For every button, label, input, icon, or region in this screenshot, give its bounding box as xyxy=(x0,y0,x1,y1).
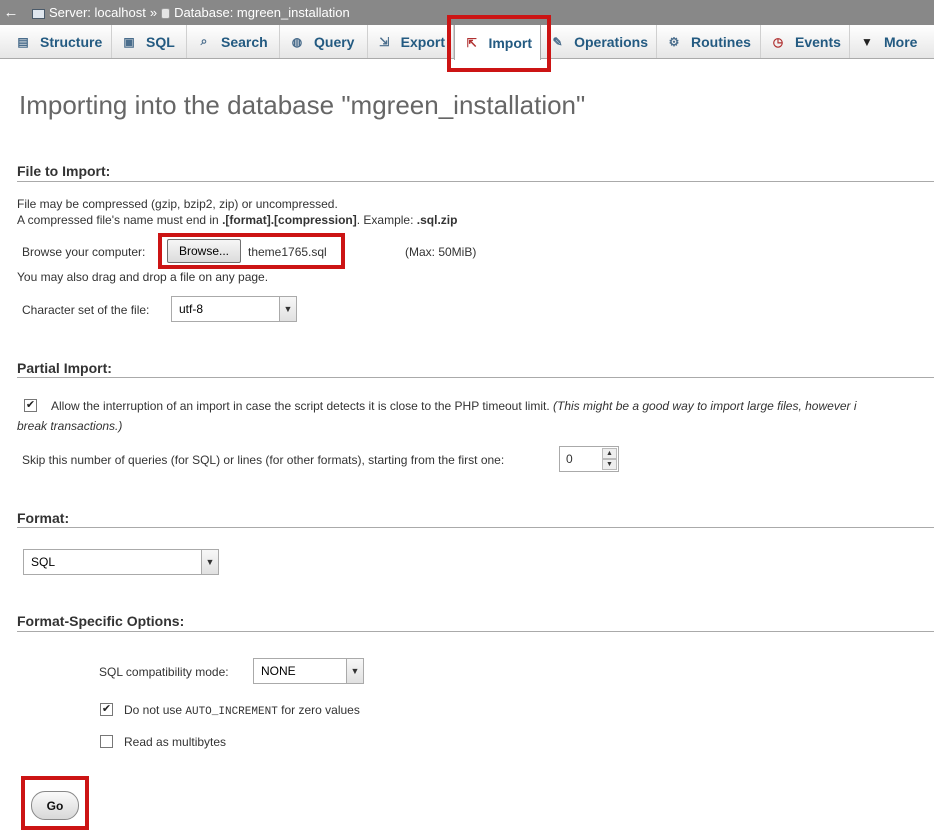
charset-select[interactable]: utf-8 ▼ xyxy=(171,296,297,322)
tab-label: More xyxy=(884,33,918,50)
search-icon: ⌕ xyxy=(200,34,208,48)
tab-structure[interactable]: ▤ Structure xyxy=(6,25,112,58)
allow-interrupt-checkbox[interactable]: ✔ xyxy=(24,399,37,412)
file-import-heading: File to Import: xyxy=(17,163,111,179)
tab-events[interactable]: ◷ Events xyxy=(761,25,850,58)
breadcrumb: ← Server: localhost » Database: mgreen_i… xyxy=(0,0,934,25)
allow-interrupt-text: Allow the interruption of an import in c… xyxy=(51,399,550,413)
skip-queries-label: Skip this number of queries (for SQL) or… xyxy=(22,453,505,467)
compression-example-text: . Example: xyxy=(356,213,417,227)
sql-icon: ▣ xyxy=(123,34,135,49)
read-multibytes-label: Read as multibytes xyxy=(124,735,227,749)
compression-example-text: A compressed file's name must end in xyxy=(17,213,223,227)
drag-drop-note: You may also drag and drop a file on any… xyxy=(17,270,269,284)
sql-compat-label: SQL compatibility mode: xyxy=(99,665,229,679)
charset-label: Character set of the file: xyxy=(22,303,150,317)
no-auto-increment-text: Do not use xyxy=(124,703,186,717)
read-multibytes-checkbox[interactable] xyxy=(100,735,113,748)
go-button[interactable]: Go xyxy=(31,791,79,820)
auto-increment-code: AUTO_INCREMENT xyxy=(185,706,278,718)
section-divider xyxy=(17,181,934,182)
chevron-down-icon: ▼ xyxy=(201,550,218,574)
chevron-down-icon: ▼ xyxy=(346,659,363,683)
compression-format: .[format].[compression] xyxy=(222,213,357,227)
tab-import[interactable]: ⇱ Import xyxy=(454,25,541,60)
section-divider xyxy=(17,377,934,378)
tab-label: Structure xyxy=(40,33,103,50)
routines-icon: ⚙ xyxy=(668,34,680,49)
chevron-down-icon: ▼ xyxy=(279,297,296,321)
section-divider xyxy=(17,631,934,632)
tab-label: Operations xyxy=(574,33,648,50)
tab-label: SQL xyxy=(146,33,175,50)
allow-interrupt-label: Allow the interruption of an import in c… xyxy=(51,399,856,413)
tab-label: Import xyxy=(488,34,532,51)
tab-label: Routines xyxy=(691,33,751,50)
breadcrumb-database-link[interactable]: Database: mgreen_installation xyxy=(174,5,350,20)
import-icon: ⇱ xyxy=(466,35,477,50)
format-options-heading: Format-Specific Options: xyxy=(17,613,185,629)
spinner-buttons[interactable]: ▲ ▼ xyxy=(602,448,617,470)
chevron-down-icon: ▼ xyxy=(861,34,873,49)
skip-queries-input[interactable]: 0 ▲ ▼ xyxy=(559,446,619,472)
wrench-icon: ✎ xyxy=(552,34,563,49)
tab-more[interactable]: ▼ More xyxy=(850,25,932,58)
tab-sql[interactable]: ▣ SQL xyxy=(112,25,187,58)
compression-example: A compressed file's name must end in .[f… xyxy=(17,213,457,227)
compression-note: File may be compressed (gzip, bzip2, zip… xyxy=(17,197,338,211)
max-size-note: (Max: 50MiB) xyxy=(405,245,477,259)
tab-search[interactable]: ⌕ Search xyxy=(187,25,280,58)
page-title: Importing into the database "mgreen_inst… xyxy=(19,90,586,120)
skip-queries-value: 0 xyxy=(566,452,573,466)
structure-icon: ▤ xyxy=(17,34,29,49)
browse-button[interactable]: Browse... xyxy=(167,239,241,263)
tab-label: Events xyxy=(795,33,841,50)
format-heading: Format: xyxy=(17,510,70,526)
no-auto-increment-text: for zero values xyxy=(277,703,360,717)
browse-label: Browse your computer: xyxy=(22,245,146,259)
sql-compat-value: NONE xyxy=(261,664,296,678)
sql-compat-select[interactable]: NONE ▼ xyxy=(253,658,364,684)
compression-example-file: .sql.zip xyxy=(416,213,458,227)
breadcrumb-server-link[interactable]: Server: localhost xyxy=(49,5,146,20)
query-icon: ◍ xyxy=(291,34,303,49)
no-auto-increment-label: Do not use AUTO_INCREMENT for zero value… xyxy=(124,703,360,718)
back-arrow-icon[interactable]: ← xyxy=(0,0,22,25)
spinner-down-icon[interactable]: ▼ xyxy=(602,459,617,470)
database-icon xyxy=(161,8,171,19)
format-select[interactable]: SQL ▼ xyxy=(23,549,219,575)
selected-file-name: theme1765.sql xyxy=(248,245,327,259)
partial-import-heading: Partial Import: xyxy=(17,360,112,376)
tab-query[interactable]: ◍ Query xyxy=(280,25,368,58)
tab-label: Export xyxy=(400,33,445,50)
section-divider xyxy=(17,527,934,528)
clock-icon: ◷ xyxy=(772,34,784,49)
tab-bar: ▤ Structure ▣ SQL ⌕ Search ◍ Query ⇲ Exp… xyxy=(0,25,934,60)
allow-interrupt-note: (This might be a good way to import larg… xyxy=(553,399,857,413)
tab-label: Search xyxy=(221,33,268,50)
charset-value: utf-8 xyxy=(179,302,204,316)
server-icon xyxy=(32,8,45,19)
allow-interrupt-note-continued: break transactions.) xyxy=(17,419,123,433)
tab-routines[interactable]: ⚙ Routines xyxy=(657,25,761,58)
breadcrumb-separator: » xyxy=(149,5,158,20)
tab-label: Query xyxy=(314,33,355,50)
no-auto-increment-checkbox[interactable]: ✔ xyxy=(100,703,113,716)
spinner-up-icon[interactable]: ▲ xyxy=(602,448,617,459)
tab-export[interactable]: ⇲ Export xyxy=(368,25,454,58)
format-value: SQL xyxy=(31,555,56,569)
export-icon: ⇲ xyxy=(379,34,390,49)
tab-operations[interactable]: ✎ Operations xyxy=(541,25,657,58)
